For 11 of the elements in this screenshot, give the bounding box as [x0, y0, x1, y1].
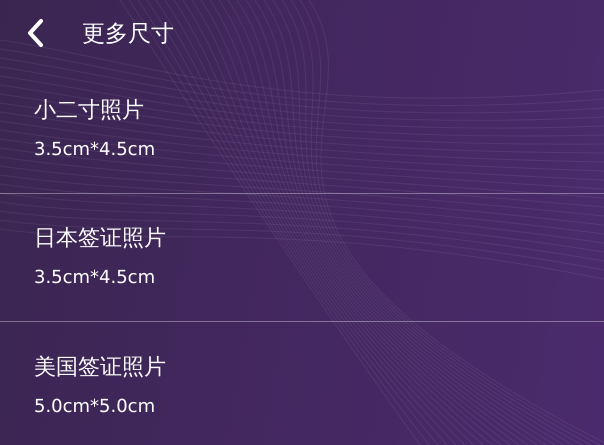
size-dimensions: 3.5cm*4.5cm — [34, 139, 156, 160]
size-name: 日本签证照片 — [34, 225, 166, 253]
size-list-item[interactable]: 日本签证照片 3.5cm*4.5cm — [0, 194, 604, 322]
size-dimensions: 5.0cm*5.0cm — [34, 396, 156, 416]
size-name: 美国签证照片 — [34, 354, 166, 382]
back-chevron-icon — [26, 18, 44, 48]
size-list-item[interactable]: 小二寸照片 3.5cm*4.5cm — [0, 66, 604, 194]
size-dimensions: 3.5cm*4.5cm — [34, 267, 156, 288]
page-title: 更多尺寸 — [82, 20, 174, 48]
size-name: 小二寸照片 — [34, 97, 144, 125]
size-list-item[interactable]: 美国签证照片 5.0cm*5.0cm — [0, 322, 604, 445]
